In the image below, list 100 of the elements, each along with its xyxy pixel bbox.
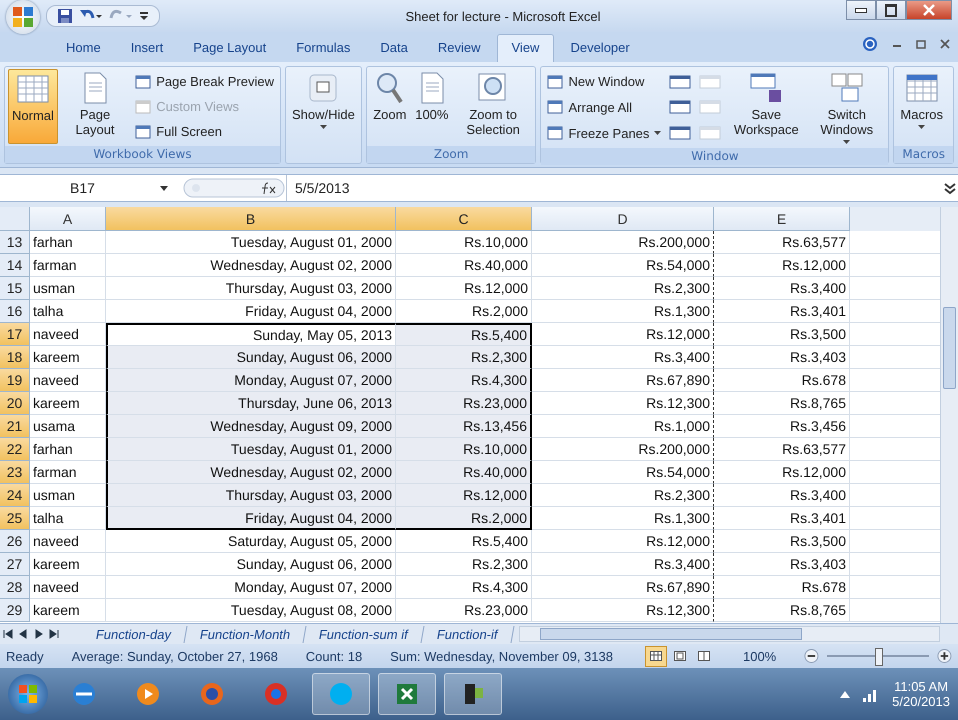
ribbon-button[interactable]: Save Workspace: [726, 69, 806, 146]
horizontal-scrollbar[interactable]: [519, 626, 940, 642]
taskbar-app-icon[interactable]: [444, 673, 502, 715]
sheet-tab[interactable]: Function-day: [80, 626, 188, 642]
row-header[interactable]: 28: [0, 576, 30, 599]
ribbon-tab[interactable]: Home: [52, 34, 115, 62]
sheet-tab[interactable]: Function-if: [422, 626, 515, 642]
view-button[interactable]: [644, 646, 667, 666]
table-cell: Rs.13,456: [396, 415, 532, 438]
row-header[interactable]: 15: [0, 277, 30, 300]
row-header[interactable]: 27: [0, 553, 30, 576]
row-header[interactable]: 25: [0, 507, 30, 530]
group-label: Macros: [894, 146, 953, 163]
sheet-tab[interactable]: Function-sum if: [304, 626, 425, 642]
row-header[interactable]: 26: [0, 530, 30, 553]
row-header[interactable]: 19: [0, 369, 30, 392]
row-header[interactable]: 23: [0, 461, 30, 484]
close-button[interactable]: [906, 0, 952, 20]
ribbon-button[interactable]: Zoom: [370, 69, 410, 144]
ribbon-button[interactable]: Arrange All: [547, 99, 662, 116]
ribbon-button[interactable]: New Window: [547, 74, 662, 90]
column-header[interactable]: E: [714, 207, 850, 231]
column-header[interactable]: D: [532, 207, 714, 231]
row-header[interactable]: 14: [0, 254, 30, 277]
table-cell: Friday, August 04, 2000: [106, 507, 396, 530]
ribbon-button[interactable]: Macros: [897, 69, 946, 144]
window-title: Sheet for lecture - Microsoft Excel: [404, 8, 602, 24]
table-cell: talha: [30, 300, 106, 323]
table-cell: Rs.12,300: [532, 392, 714, 415]
zoom-level[interactable]: 100%: [742, 648, 776, 664]
table-cell: Rs.1,300: [532, 507, 714, 530]
group-label: Workbook Views: [5, 146, 280, 163]
customize-arrow-icon[interactable]: [139, 10, 149, 22]
save-icon[interactable]: [57, 8, 73, 24]
column-header[interactable]: C: [396, 207, 532, 231]
window-icon[interactable]: [669, 125, 692, 142]
row-header[interactable]: 17: [0, 323, 30, 346]
ribbon-button[interactable]: Page Layout: [60, 69, 130, 144]
ribbon-tab[interactable]: View: [496, 34, 554, 62]
table-cell: Rs.2,300: [532, 484, 714, 507]
table-cell: Rs.10,000: [396, 438, 532, 461]
row-header[interactable]: 18: [0, 346, 30, 369]
row-header[interactable]: 21: [0, 415, 30, 438]
table-cell: Rs.12,000: [396, 277, 532, 300]
column-header[interactable]: A: [30, 207, 106, 231]
ribbon-button[interactable]: 100%: [412, 69, 452, 144]
window-icon: [547, 74, 564, 90]
row-header[interactable]: 24: [0, 484, 30, 507]
row-header[interactable]: 16: [0, 300, 30, 323]
caret-icon[interactable]: [160, 186, 168, 190]
help-icon[interactable]: [862, 36, 878, 52]
ribbon-button[interactable]: Switch Windows: [808, 69, 886, 146]
table-cell: Rs.200,000: [532, 438, 714, 461]
ribbon-tab[interactable]: Insert: [116, 34, 178, 62]
ribbon-button[interactable]: Show/Hide: [288, 69, 358, 161]
table-cell: Rs.3,400: [532, 346, 714, 369]
table-cell: Tuesday, August 01, 2000: [106, 231, 396, 254]
zoom-in-icon[interactable]: [937, 648, 952, 664]
column-header[interactable]: B: [106, 207, 396, 231]
name-box[interactable]: B17: [0, 180, 176, 196]
close-icon[interactable]: [940, 39, 950, 49]
office-logo-icon[interactable]: [10, 4, 36, 30]
table-cell: Rs.2,300: [396, 553, 532, 576]
table-cell: Rs.23,000: [396, 599, 532, 622]
window-icon[interactable]: [669, 99, 692, 116]
table-cell: Rs.1,300: [532, 300, 714, 323]
table-cell: Rs.2,000: [396, 507, 532, 530]
ribbon-button[interactable]: Normal: [8, 69, 58, 144]
vertical-scrollbar[interactable]: [940, 207, 958, 623]
clock-time[interactable]: 11:05 AM: [894, 679, 948, 694]
status-average: Average: Sunday, October 27, 1968: [72, 648, 278, 664]
ribbon-tab[interactable]: Developer: [556, 34, 644, 62]
formula-field[interactable]: 5/5/2013: [286, 175, 942, 201]
tray-arrow-icon[interactable]: [840, 690, 850, 698]
clock-date[interactable]: 5/20/2013: [892, 694, 950, 709]
row-header[interactable]: 29: [0, 599, 30, 622]
zoom-out-icon[interactable]: [804, 648, 820, 664]
row-header[interactable]: 22: [0, 438, 30, 461]
ribbon-button[interactable]: Full Screen: [135, 124, 274, 140]
minimize-button[interactable]: [846, 0, 876, 20]
restore-button[interactable]: [876, 0, 906, 20]
ribbon-button[interactable]: Freeze Panes: [547, 125, 662, 142]
window-icon: [135, 124, 152, 140]
ribbon-tab[interactable]: Formulas: [282, 34, 364, 62]
table-cell: Rs.67,890: [532, 576, 714, 599]
sheet-tab[interactable]: Function-Month: [184, 626, 307, 642]
zoom-slider-thumb[interactable]: [875, 648, 884, 666]
row-header[interactable]: 20: [0, 392, 30, 415]
row-header[interactable]: 13: [0, 231, 30, 254]
ribbon-tab[interactable]: Review: [424, 34, 494, 62]
ribbon-tab[interactable]: Data: [366, 34, 422, 62]
window-icon[interactable]: [669, 74, 692, 90]
ribbon-button[interactable]: Zoom to Selection: [454, 69, 532, 144]
restore-icon[interactable]: [916, 39, 926, 49]
ribbon-tab[interactable]: Page Layout: [179, 34, 280, 62]
table-cell: Sunday, August 06, 2000: [106, 553, 396, 576]
table-cell: Rs.40,000: [396, 461, 532, 484]
ribbon-button[interactable]: Page Break Preview: [135, 74, 274, 90]
taskbar-app-icon[interactable]: [378, 673, 436, 715]
table-cell: kareem: [30, 553, 106, 576]
